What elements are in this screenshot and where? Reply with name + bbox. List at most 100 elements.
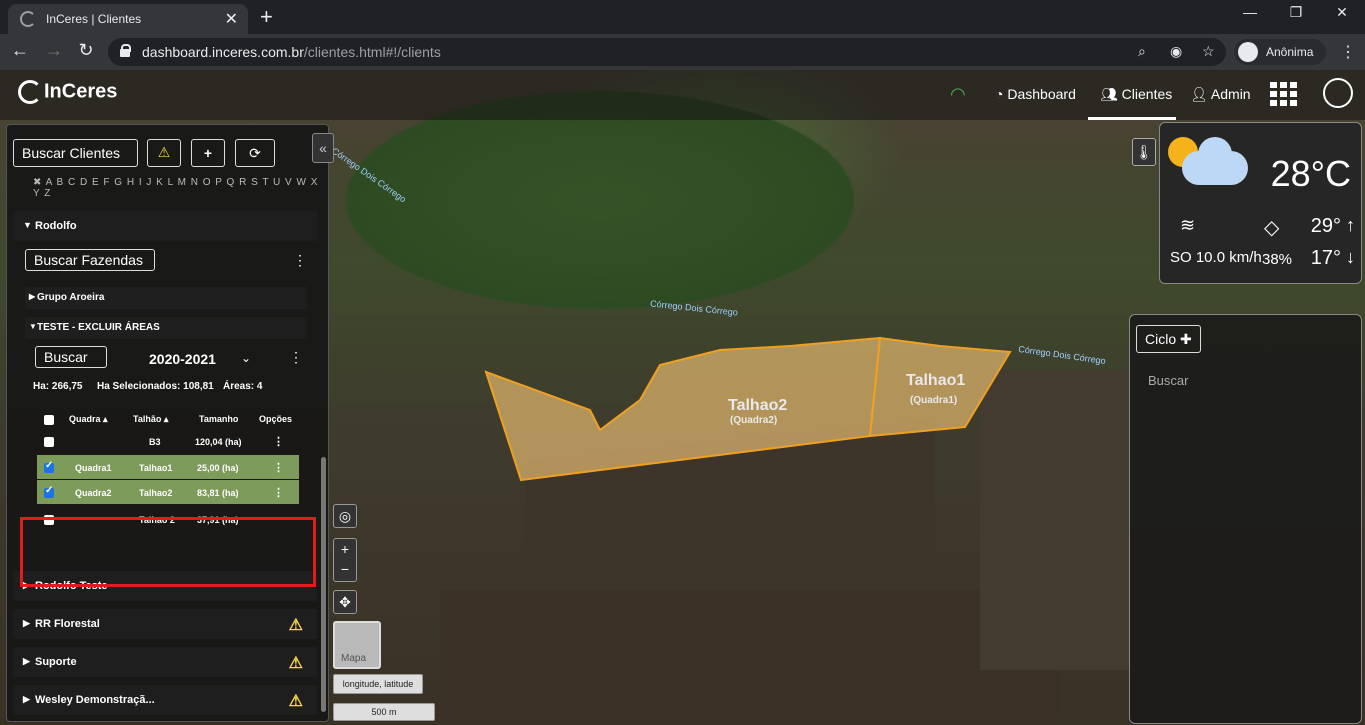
weather-widget: 28°C ≋ ◇ SO 10.0 km/h 38% 29° ↑ 17° ↓ <box>1159 122 1362 284</box>
warning-icon: ⚠ <box>288 693 303 710</box>
address-toolbar: ← → ↻ dashboard.inceres.com.br/clientes.… <box>0 34 1365 70</box>
tracking-protection-icon[interactable]: ◉ <box>1170 43 1182 60</box>
row-quadra: Quadra2 <box>75 488 112 498</box>
row-talhao: B3 <box>149 437 161 447</box>
cycle-search-input[interactable]: Buscar <box>1148 373 1188 388</box>
humidity-drop-icon: ◇ <box>1264 217 1280 239</box>
zoom-out-button[interactable]: − <box>334 559 356 579</box>
farm-options-kebab-icon[interactable]: ⋮ <box>293 252 307 269</box>
group-row-aroeira[interactable]: ▶ Grupo Aroeira <box>25 287 307 309</box>
maximize-button[interactable]: ❐ <box>1276 4 1316 21</box>
chevron-down-icon[interactable]: ⌄ <box>241 351 251 365</box>
wind-icon: ≋ <box>1180 215 1196 235</box>
browser-tab[interactable]: InCeres | Clientes ✕ <box>8 4 248 34</box>
collapse-panel-button[interactable]: « <box>312 133 334 163</box>
add-client-button[interactable]: + <box>191 139 225 167</box>
zoom-icon[interactable]: ⌕ <box>1138 43 1146 60</box>
table-row[interactable]: B3 120,04 (ha) ⋮ <box>37 429 299 453</box>
table-row[interactable]: Quadra2 Talhao2 83,81 (ha) ⋮ <box>37 480 299 504</box>
nav-dashboard[interactable]: ◔ Dashboard <box>995 86 1076 102</box>
browser-tab-strip: InCeres | Clientes ✕ + — ❐ ✕ <box>0 0 1365 34</box>
header-talhao[interactable]: Talhão ▴ <box>133 414 168 425</box>
caret-right-icon: ▶ <box>29 292 36 301</box>
close-window-button[interactable]: ✕ <box>1322 4 1362 21</box>
row-options-kebab-icon[interactable]: ⋮ <box>273 435 284 448</box>
search-farms-input[interactable]: Buscar Fazendas <box>25 249 155 271</box>
reload-icon[interactable]: ↻ <box>74 40 98 61</box>
wifi-icon: ◠ <box>950 84 966 104</box>
basemap-switcher[interactable]: Mapa <box>333 621 381 669</box>
row-options-kebab-icon[interactable]: ⋮ <box>273 461 284 474</box>
field-polygon-talhao2 <box>484 336 882 482</box>
search-areas-input[interactable]: Buscar <box>35 346 107 368</box>
nav-admin[interactable]: 👤︎ Admin <box>1190 86 1251 103</box>
zoom-controls: + − <box>333 538 357 582</box>
apps-grid-icon[interactable] <box>1270 82 1298 106</box>
row-options-kebab-icon[interactable]: ⋮ <box>273 486 284 499</box>
zoom-in-button[interactable]: + <box>334 539 356 559</box>
row-checkbox[interactable] <box>44 485 54 498</box>
nav-clientes[interactable]: 👥︎ Clientes <box>1100 86 1172 103</box>
new-tab-button[interactable]: + <box>260 4 273 30</box>
active-nav-indicator <box>1088 117 1176 120</box>
field-label-talhao1: Talhao1 <box>906 372 966 389</box>
lock-icon <box>120 44 131 57</box>
compass-icon[interactable]: ◎ <box>333 504 357 528</box>
profile-label: Anônima <box>1266 45 1314 59</box>
minimize-button[interactable]: — <box>1230 4 1270 20</box>
group-row-teste[interactable]: ▼ TESTE - EXCLUIR ÁREAS <box>25 317 307 339</box>
caret-down-icon: ▼ <box>29 322 37 331</box>
pan-move-icon[interactable]: ✥ <box>333 590 357 614</box>
header-opcoes: Opções <box>259 414 293 424</box>
caret-right-icon: ▶ <box>23 694 30 704</box>
humidity: 38% <box>1262 251 1293 268</box>
add-cycle-button[interactable]: Ciclo ✚ <box>1136 325 1201 353</box>
browser-menu-icon[interactable]: ⋮ <box>1340 42 1356 62</box>
season-options-kebab-icon[interactable]: ⋮ <box>289 349 303 366</box>
client-row-rodolfo[interactable]: ▼ Rodolfo <box>13 211 317 241</box>
caret-right-icon: ▶ <box>23 656 30 666</box>
row-checkbox[interactable] <box>44 437 54 447</box>
incognito-profile-button[interactable]: Anônima <box>1234 39 1326 65</box>
wind-speed: SO 10.0 km/h <box>1170 249 1262 266</box>
scale-bar: 500 m <box>333 703 435 721</box>
top-navbar: InCeres ◠ ◔ Dashboard 👥︎ Clientes 👤︎ Adm… <box>0 70 1365 120</box>
temp-low: 17° <box>1310 247 1341 269</box>
thermometer-button[interactable]: 🌡︎ <box>1132 138 1156 166</box>
incognito-icon <box>1238 42 1258 62</box>
areas-count: Áreas: 4 <box>223 381 263 392</box>
client-row-wesley[interactable]: ▶ Wesley Demonstraçã... ⚠ <box>13 685 317 715</box>
user-avatar-icon[interactable] <box>1323 78 1353 108</box>
warning-filter-button[interactable]: ⚠ <box>147 139 181 167</box>
cycle-panel: Ciclo ✚ Buscar <box>1129 314 1362 724</box>
row-checkbox[interactable] <box>44 460 54 473</box>
field-quadra-talhao2: (Quadra2) <box>730 415 778 426</box>
forward-arrow-icon[interactable]: → <box>42 40 66 61</box>
inceres-logo[interactable]: InCeres <box>18 80 117 104</box>
address-bar[interactable]: dashboard.inceres.com.br/clientes.html#!… <box>108 38 1226 66</box>
warning-icon: ⚠ <box>288 617 303 634</box>
client-row-rr-florestal[interactable]: ▶ RR Florestal ⚠ <box>13 609 317 639</box>
inceres-favicon-icon <box>20 11 36 27</box>
url-text: dashboard.inceres.com.br/clientes.html#!… <box>142 44 441 60</box>
inceres-app: Córrego Dois Córrego Córrego Dois Córreg… <box>0 70 1365 725</box>
refresh-button[interactable]: ⟳ <box>235 139 275 167</box>
search-clients-input[interactable]: Buscar Clientes <box>13 139 138 167</box>
panel-scrollbar[interactable] <box>321 457 326 712</box>
back-arrow-icon[interactable]: ← <box>8 40 32 61</box>
table-row[interactable]: Quadra1 Talhao1 25,00 (ha) ⋮ <box>37 455 299 479</box>
logo-ring-icon <box>18 80 42 104</box>
client-row-suporte[interactable]: ▶ Suporte ⚠ <box>13 647 317 677</box>
alphabet-filter[interactable]: ✖ A B C D E F G H I J K L M N O P Q R S … <box>33 177 328 199</box>
clients-panel: Buscar Clientes ⚠ + ⟳ ✖ A B C D E F G H … <box>6 124 329 722</box>
header-quadra[interactable]: Quadra ▴ <box>69 414 108 425</box>
field-label-talhao2: Talhao2 <box>728 397 788 414</box>
coordinates-readout: longitude, latitude <box>333 674 423 694</box>
select-all-checkbox[interactable] <box>44 415 54 425</box>
bookmark-star-icon[interactable]: ☆ <box>1202 43 1215 60</box>
caret-down-icon: ▼ <box>23 220 32 230</box>
season-select[interactable]: 2020-2021 <box>149 351 216 367</box>
row-quadra: Quadra1 <box>75 463 112 473</box>
tab-close-icon[interactable]: ✕ <box>225 9 238 29</box>
users-icon: 👥︎ <box>1100 86 1118 102</box>
